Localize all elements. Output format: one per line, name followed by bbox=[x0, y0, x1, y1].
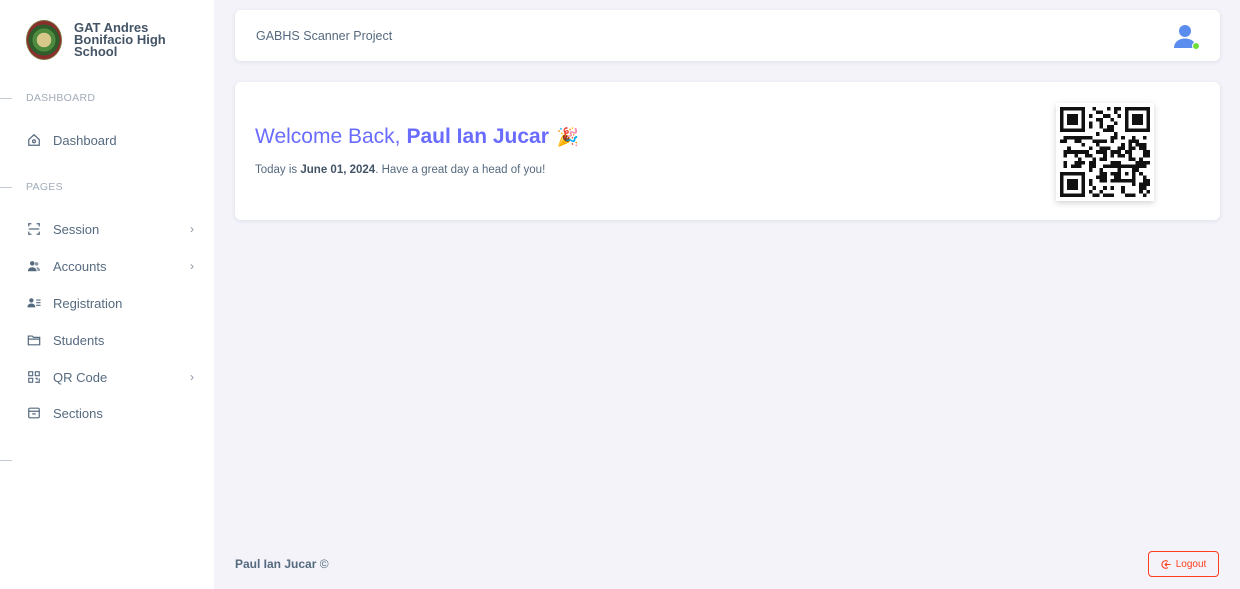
sidebar-item-students[interactable]: Students bbox=[26, 328, 194, 352]
user-list-icon bbox=[26, 295, 42, 311]
users-icon bbox=[26, 258, 42, 274]
sidebar-item-accounts[interactable]: Accounts › bbox=[26, 254, 194, 278]
qr-scan-icon bbox=[26, 369, 42, 385]
sidebar-item-label: Session bbox=[53, 221, 100, 237]
logout-icon bbox=[1161, 559, 1172, 570]
sidebar-item-qr-code[interactable]: QR Code › bbox=[26, 365, 194, 389]
home-icon bbox=[26, 132, 42, 148]
sidebar-item-label: QR Code bbox=[53, 369, 108, 385]
section-label-pages: PAGES bbox=[0, 181, 63, 193]
sidebar-divider bbox=[0, 460, 12, 461]
logout-label: Logout bbox=[1175, 558, 1207, 570]
sidebar-item-session[interactable]: Session › bbox=[26, 217, 194, 241]
online-status-dot bbox=[1192, 41, 1200, 50]
sidebar-item-sections[interactable]: Sections bbox=[26, 401, 194, 425]
welcome-card: Welcome Back, Paul Ian Jucar 🎉 Today is … bbox=[235, 82, 1220, 220]
sidebar-item-label: Sections bbox=[53, 405, 103, 421]
sidebar-item-label: Students bbox=[53, 332, 105, 348]
sidebar-item-dashboard[interactable]: Dashboard bbox=[26, 128, 194, 152]
sidebar-item-label: Registration bbox=[53, 295, 123, 311]
school-logo bbox=[26, 20, 62, 60]
brand-name: GAT Andres Bonifacio High School bbox=[74, 20, 166, 59]
avatar[interactable] bbox=[1171, 22, 1200, 50]
welcome-greeting: Welcome Back, bbox=[255, 125, 401, 148]
folder-icon bbox=[26, 332, 42, 348]
qr-code-image bbox=[1056, 103, 1154, 201]
archive-icon bbox=[26, 405, 42, 421]
brand[interactable]: GAT Andres Bonifacio High School bbox=[26, 18, 184, 62]
scan-icon bbox=[26, 221, 42, 237]
section-label-dashboard: DASHBOARD bbox=[0, 92, 95, 104]
footer-credit: Paul Ian Jucar © bbox=[235, 557, 329, 571]
sidebar-item-registration[interactable]: Registration bbox=[26, 291, 194, 315]
top-navbar: GABHS Scanner Project bbox=[235, 10, 1220, 61]
chevron-right-icon: › bbox=[190, 370, 194, 384]
party-popper-icon: 🎉 bbox=[556, 126, 580, 147]
qr-code-icon bbox=[1060, 107, 1150, 197]
today-date: June 01, 2024 bbox=[300, 164, 376, 176]
project-title: GABHS Scanner Project bbox=[256, 28, 393, 43]
chevron-right-icon: › bbox=[190, 259, 194, 273]
chevron-right-icon: › bbox=[190, 222, 194, 236]
today-message: Today is June 01, 2024. Have a great day… bbox=[255, 164, 546, 176]
sidebar-item-label: Dashboard bbox=[53, 132, 117, 148]
sidebar-item-label: Accounts bbox=[53, 258, 107, 274]
sidebar: GAT Andres Bonifacio High School DASHBOA… bbox=[0, 0, 214, 589]
welcome-user-name: Paul Ian Jucar bbox=[406, 125, 549, 148]
welcome-heading: Welcome Back, Paul Ian Jucar 🎉 bbox=[255, 125, 579, 149]
logout-button[interactable]: Logout bbox=[1148, 551, 1219, 577]
